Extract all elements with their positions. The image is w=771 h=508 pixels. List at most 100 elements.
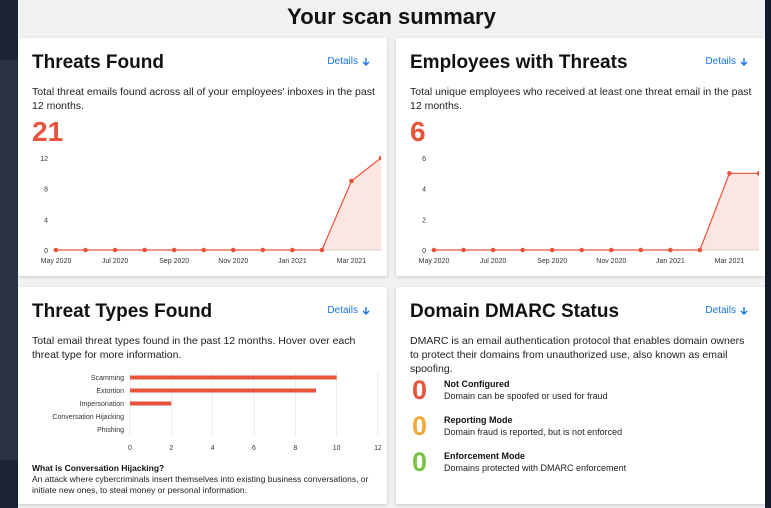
- x-tick-label: Sep 2020: [537, 258, 567, 265]
- x-tick-label: 8: [293, 445, 297, 452]
- series-area: [56, 158, 381, 250]
- x-tick-label: 12: [374, 445, 381, 452]
- bar: [130, 388, 316, 393]
- arrow-down-icon: [740, 57, 748, 66]
- arrow-down-icon: [362, 306, 370, 315]
- threats-chart: 0 4 8 12 May 2020 Jul 2020 Sep 2020 Nov 2020 Jan…: [40, 155, 381, 265]
- y-tick-label: 4: [422, 187, 426, 194]
- dmarc-not-configured: 0 Not Configured Domain can be spoofed o…: [412, 375, 608, 405]
- y-tick-label: 2: [422, 217, 426, 224]
- employees-with-threats-card: Employees with Threats Details Total uni…: [396, 38, 765, 276]
- x-tick-label: Jul 2020: [480, 258, 507, 265]
- dmarc-count: 0: [412, 411, 428, 441]
- category-label: Phishing: [97, 427, 124, 434]
- dmarc-count: 0: [412, 375, 428, 405]
- dmarc-sub: Domains protected with DMARC enforcement: [444, 463, 627, 473]
- details-label: Details: [705, 305, 736, 316]
- y-tick-label: 12: [40, 156, 48, 163]
- arrow-down-icon: [740, 306, 748, 315]
- series-area: [434, 173, 759, 250]
- page-title: Your scan summary: [287, 4, 496, 29]
- data-point: [112, 247, 118, 253]
- details-label: Details: [705, 56, 736, 67]
- data-point: [638, 247, 644, 253]
- data-point: [201, 247, 207, 253]
- data-point: [579, 247, 585, 253]
- x-tick-label: Jan 2021: [278, 258, 307, 265]
- dmarc-status-card: Domain DMARC Status Details DMARC is an …: [396, 287, 765, 504]
- dmarc-sub: Domain fraud is reported, but is not enf…: [444, 427, 623, 437]
- card-description: Total threat emails found across all of …: [32, 86, 375, 112]
- dmarc-enforcement-mode: 0 Enforcement Mode Domains protected wit…: [412, 447, 627, 477]
- card-title: Employees with Threats: [410, 52, 628, 73]
- data-point: [230, 247, 236, 253]
- y-tick-label: 0: [44, 248, 48, 255]
- threat-types-card: Threat Types Found Details Total email t…: [18, 287, 387, 504]
- bar: [130, 401, 172, 406]
- dmarc-label: Enforcement Mode: [444, 451, 526, 461]
- data-point: [668, 247, 673, 253]
- y-tick-label: 6: [422, 156, 426, 163]
- card-title: Threat Types Found: [32, 301, 213, 322]
- dmarc-count: 0: [412, 447, 428, 477]
- background-stripe: [0, 60, 18, 460]
- x-tick-label: 6: [252, 445, 256, 452]
- x-tick-label: Mar 2021: [337, 258, 367, 265]
- employee-count: 6: [410, 116, 426, 147]
- data-point: [727, 171, 732, 176]
- data-point: [549, 247, 555, 253]
- details-link[interactable]: Details: [327, 305, 371, 316]
- category-label: Extortion: [96, 388, 124, 395]
- x-tick-label: Jan 2021: [656, 258, 685, 265]
- details-label: Details: [327, 56, 358, 67]
- category-label: Conversation Hijacking: [52, 414, 124, 421]
- data-point: [53, 247, 59, 253]
- x-tick-label: Nov 2020: [218, 258, 248, 265]
- x-tick-label: 4: [211, 445, 215, 452]
- x-tick-label: Nov 2020: [596, 258, 626, 265]
- data-point: [171, 247, 177, 253]
- threat-types-chart: 0 2 4 6 8 10 12 Scamming Extortion Impersonation C…: [52, 371, 381, 452]
- details-link[interactable]: Details: [705, 56, 749, 67]
- background-right-strip: [765, 0, 771, 508]
- data-point: [319, 247, 325, 253]
- card-description: Total email threat types found in the pa…: [32, 335, 356, 361]
- data-point: [83, 247, 88, 253]
- x-tick-label: 2: [169, 445, 173, 452]
- data-point: [461, 247, 466, 253]
- x-tick-label: 0: [128, 445, 132, 452]
- details-link[interactable]: Details: [327, 56, 371, 67]
- data-point: [490, 247, 496, 253]
- y-tick-label: 4: [44, 217, 48, 224]
- x-tick-label: May 2020: [419, 258, 450, 265]
- data-point: [290, 247, 295, 253]
- details-link[interactable]: Details: [705, 305, 749, 316]
- data-point: [349, 178, 354, 184]
- dmarc-reporting-mode: 0 Reporting Mode Domain fraud is reporte…: [412, 411, 623, 441]
- arrow-down-icon: [362, 57, 370, 66]
- card-title: Threats Found: [32, 52, 164, 73]
- bar: [130, 375, 337, 380]
- data-point: [608, 247, 614, 253]
- hijack-question: What is Conversation Hijacking?: [32, 463, 165, 473]
- scan-summary-panel: Your scan summary Threats Found Details …: [18, 0, 765, 508]
- x-tick-label: Mar 2021: [715, 258, 745, 265]
- x-tick-label: Sep 2020: [159, 258, 189, 265]
- dmarc-label: Not Configured: [444, 379, 510, 389]
- details-label: Details: [327, 305, 358, 316]
- category-label: Impersonation: [80, 401, 124, 408]
- x-tick-label: 10: [333, 445, 341, 452]
- data-point: [142, 247, 147, 253]
- background-left-strip: [0, 0, 18, 508]
- card-description: Total unique employees who received at l…: [410, 86, 752, 112]
- x-tick-label: May 2020: [41, 258, 72, 265]
- data-point: [520, 247, 525, 253]
- data-point: [697, 247, 703, 253]
- card-title: Domain DMARC Status: [410, 301, 620, 322]
- data-point: [260, 247, 266, 253]
- threat-count: 21: [32, 116, 64, 147]
- y-tick-label: 0: [422, 248, 426, 255]
- x-tick-label: Jul 2020: [102, 258, 129, 265]
- dmarc-sub: Domain can be spoofed or used for fraud: [444, 391, 608, 401]
- category-label: Scamming: [91, 375, 124, 382]
